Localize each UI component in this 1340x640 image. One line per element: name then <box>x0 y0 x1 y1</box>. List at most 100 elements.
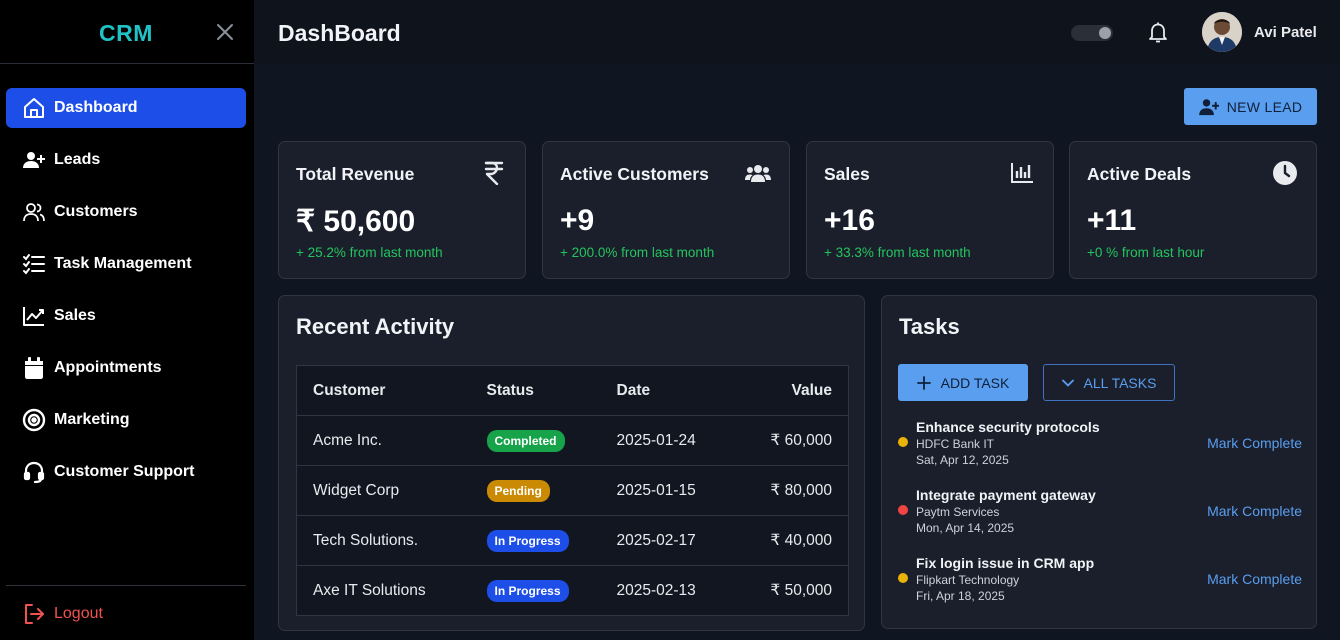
mark-complete-link[interactable]: Mark Complete <box>1207 435 1302 451</box>
status-cell: Completed <box>470 415 601 466</box>
table-row: Widget Corp Pending 2025-01-15 ₹ 80,000 <box>296 465 849 516</box>
all-tasks-button[interactable]: ALL TASKS <box>1043 364 1175 401</box>
chart-line-icon <box>22 304 46 328</box>
sidebar-item-label: Marketing <box>54 411 130 428</box>
logout-icon <box>25 604 44 624</box>
new-lead-button[interactable]: NEW LEAD <box>1184 88 1317 125</box>
stat-title: Active Customers <box>560 164 709 184</box>
add-task-label: ADD TASK <box>940 374 1010 391</box>
user-plus-icon <box>1198 98 1219 115</box>
logout-label: Logout <box>54 605 103 622</box>
stat-title: Sales <box>824 164 870 184</box>
date-cell: 2025-02-13 <box>600 565 731 616</box>
priority-dot <box>898 437 908 447</box>
bell-icon[interactable] <box>1146 20 1170 44</box>
stat-title: Total Revenue <box>296 164 415 184</box>
sidebar-item-dashboard[interactable]: Dashboard <box>6 88 246 128</box>
theme-toggle[interactable] <box>1071 25 1113 41</box>
chevron-down-icon <box>1061 379 1074 387</box>
plus-icon <box>916 375 931 390</box>
column-header-value: Value <box>730 365 849 416</box>
sidebar-item-customers[interactable]: Customers <box>6 192 246 232</box>
stat-card-active-deals: Active Deals +11 +0 % from last hour <box>1069 141 1317 279</box>
customer-cell: Acme Inc. <box>296 415 471 466</box>
task-title: Fix login issue in CRM app <box>916 555 1095 571</box>
stat-card-active-customers: Active Customers +9 + 200.0% from last m… <box>542 141 790 279</box>
sidebar-divider <box>6 585 246 586</box>
task-item: Integrate payment gateway Paytm Services… <box>898 487 1302 539</box>
status-badge: Completed <box>486 429 565 452</box>
status-cell: Pending <box>470 465 601 516</box>
value-cell: ₹ 60,000 <box>730 415 849 466</box>
task-date: Fri, Apr 18, 2025 <box>916 589 1005 603</box>
sidebar-item-label: Appointments <box>54 359 162 376</box>
recent-activity-title: Recent Activity <box>296 314 455 339</box>
close-icon[interactable] <box>215 22 235 42</box>
mark-complete-link[interactable]: Mark Complete <box>1207 571 1302 587</box>
bar-chart-icon <box>1009 160 1035 186</box>
task-title: Enhance security protocols <box>916 419 1100 435</box>
task-date: Mon, Apr 14, 2025 <box>916 521 1015 535</box>
home-icon <box>22 96 46 120</box>
column-header-status: Status <box>470 365 601 416</box>
task-item: Fix login issue in CRM app Flipkart Tech… <box>898 555 1302 607</box>
stat-value: +11 <box>1087 204 1137 237</box>
sidebar-item-task-management[interactable]: Task Management <box>6 244 246 284</box>
sidebar-item-label: Customer Support <box>54 463 195 480</box>
customer-cell: Tech Solutions. <box>296 515 471 566</box>
sidebar-item-label: Dashboard <box>54 99 138 116</box>
sidebar: CRM Dashboard Leads Customers Task Manag… <box>0 0 254 640</box>
sidebar-item-sales[interactable]: Sales <box>6 296 246 336</box>
status-badge: Pending <box>486 479 550 502</box>
toggle-knob <box>1099 27 1111 39</box>
user-plus-icon <box>22 148 46 172</box>
stat-change: + 200.0% from last month <box>560 245 715 260</box>
sidebar-item-label: Leads <box>54 151 101 168</box>
sidebar-header: CRM <box>0 0 254 64</box>
task-company: Flipkart Technology <box>916 573 1020 587</box>
sidebar-item-marketing[interactable]: Marketing <box>6 400 246 440</box>
date-cell: 2025-01-15 <box>600 465 731 516</box>
status-cell: In Progress <box>470 565 601 616</box>
tasks-title: Tasks <box>899 314 960 339</box>
users-group-icon <box>745 160 771 186</box>
date-cell: 2025-01-24 <box>600 415 731 466</box>
stat-card-total-revenue: Total Revenue ₹ 50,600 + 25.2% from last… <box>278 141 526 279</box>
value-cell: ₹ 50,000 <box>730 565 849 616</box>
stat-value: +9 <box>560 204 595 237</box>
sidebar-item-appointments[interactable]: Appointments <box>6 348 246 388</box>
mark-complete-link[interactable]: Mark Complete <box>1207 503 1302 519</box>
task-item: Enhance security protocols HDFC Bank IT … <box>898 419 1302 471</box>
stat-card-sales: Sales +16 + 33.3% from last month <box>806 141 1054 279</box>
status-badge: In Progress <box>486 529 569 552</box>
top-header: DashBoard Avi Patel <box>254 0 1340 64</box>
stat-change: +0 % from last hour <box>1087 245 1205 260</box>
recent-activity-panel: Recent Activity Customer Status Date Val… <box>278 295 865 631</box>
column-header-date: Date <box>600 365 731 416</box>
tasks-panel: Tasks ADD TASK ALL TASKS Enhance securit… <box>881 295 1317 629</box>
activity-table: Customer Status Date Value Acme Inc. Com… <box>296 365 849 616</box>
add-task-button[interactable]: ADD TASK <box>898 364 1028 401</box>
logout-button[interactable]: Logout <box>22 602 103 626</box>
task-title: Integrate payment gateway <box>916 487 1096 503</box>
sidebar-item-label: Task Management <box>54 255 192 272</box>
stat-value: +16 <box>824 204 875 237</box>
target-icon <box>22 408 46 432</box>
table-row: Acme Inc. Completed 2025-01-24 ₹ 60,000 <box>296 415 849 466</box>
status-cell: In Progress <box>470 515 601 566</box>
customer-cell: Widget Corp <box>296 465 471 516</box>
headset-icon <box>22 460 46 484</box>
sidebar-item-leads[interactable]: Leads <box>6 140 246 180</box>
table-header-row: Customer Status Date Value <box>296 365 849 416</box>
task-company: HDFC Bank IT <box>916 437 995 451</box>
priority-dot <box>898 573 908 583</box>
checklist-icon <box>22 252 46 276</box>
sidebar-item-customer-support[interactable]: Customer Support <box>6 452 246 492</box>
table-row: Axe IT Solutions In Progress 2025-02-13 … <box>296 565 849 616</box>
stat-title: Active Deals <box>1087 164 1192 184</box>
table-row: Tech Solutions. In Progress 2025-02-17 ₹… <box>296 515 849 566</box>
avatar[interactable] <box>1202 12 1242 52</box>
value-cell: ₹ 80,000 <box>730 465 849 516</box>
all-tasks-label: ALL TASKS <box>1083 374 1157 391</box>
sidebar-item-label: Customers <box>54 203 138 220</box>
